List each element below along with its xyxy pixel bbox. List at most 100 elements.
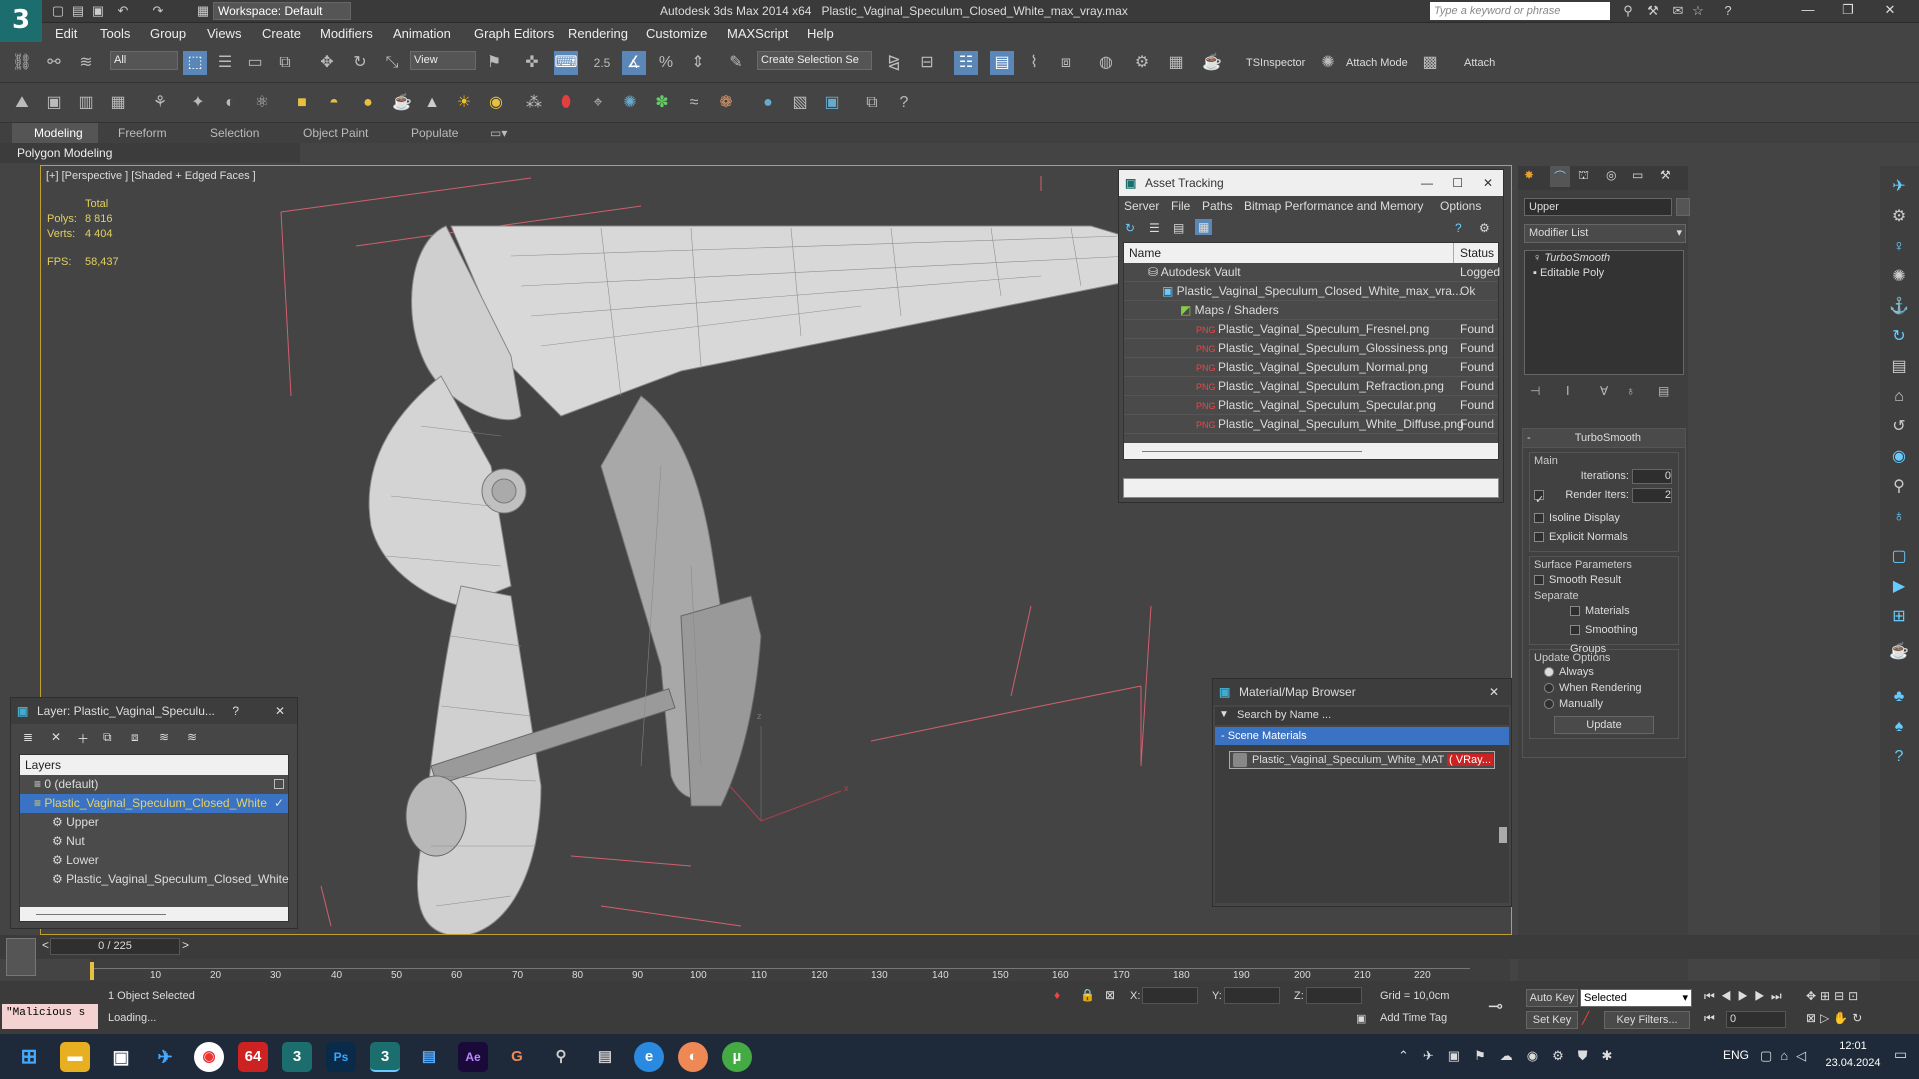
sun-light-icon[interactable]: ☀ (452, 91, 476, 115)
layer-scroll-thumb[interactable] (36, 914, 166, 915)
plant-icon[interactable]: ✽ (650, 91, 674, 115)
time-slider[interactable]: 0 / 225 (50, 938, 180, 955)
strip-tool-icon[interactable]: ✺ (1887, 265, 1911, 289)
asset-maximize-button[interactable]: ☐ (1452, 170, 1463, 196)
remove-modifier-icon[interactable]: ♁ (1626, 384, 1635, 398)
reference-coord-dropdown[interactable]: View (410, 51, 476, 70)
attach-label[interactable]: Attach (1464, 57, 1495, 69)
key-selected-dropdown[interactable]: Selected ▾ (1580, 989, 1692, 1007)
help-icon[interactable]: ? (1720, 3, 1736, 19)
hierarchy-tab-icon[interactable]: ⛫ (1578, 168, 1589, 184)
smoothing-groups-checkbox[interactable] (1570, 625, 1580, 636)
rect-selection-icon[interactable]: ▭ (243, 51, 267, 75)
asset-row[interactable]: ◩ Maps / Shaders (1124, 301, 1498, 320)
project-folder-icon[interactable]: ▦ (195, 3, 211, 19)
table-view-icon[interactable]: ▦ (1195, 219, 1213, 235)
asset-col-status[interactable]: Status (1460, 246, 1494, 260)
layer-help-button[interactable]: ? (232, 698, 239, 724)
schematic-view-icon[interactable]: ⧈ (1054, 51, 1078, 75)
layer-object[interactable]: ⚙ Lower (20, 851, 288, 870)
layer-list-header[interactable]: Layers (20, 755, 288, 775)
table-icon[interactable]: ▥ (74, 91, 98, 115)
material-titlebar[interactable]: ▣ Material/Map Browser ✕ (1213, 679, 1511, 705)
create-tab-icon[interactable]: ✸ (1524, 168, 1534, 182)
refresh-icon[interactable]: ↻ (1125, 221, 1135, 235)
display-tab-icon[interactable]: ▭ (1632, 168, 1643, 182)
curve-editor-icon[interactable]: ⌇ (1022, 51, 1046, 75)
strip-tool-icon[interactable]: ▢ (1887, 545, 1911, 569)
menu-modifiers[interactable]: Modifiers (320, 26, 373, 41)
menu-maxscript[interactable]: MAXScript (727, 26, 788, 41)
align-icon[interactable]: ⊟ (915, 51, 939, 75)
asset-help-icon[interactable]: ? (1455, 221, 1462, 235)
spinner-snap-icon[interactable]: ⇕ (686, 51, 710, 75)
add-time-tag[interactable]: Add Time Tag (1380, 1012, 1447, 1024)
language-indicator[interactable]: ENG (1723, 1048, 1749, 1062)
polygon-modeling-label[interactable]: Polygon Modeling (17, 146, 112, 160)
set-key-icon[interactable]: ╱ (1582, 1011, 1589, 1025)
smooth-result-row[interactable]: Smooth Result (1534, 571, 1674, 590)
modifier-list-dropdown[interactable]: Modifier List ▾ (1524, 224, 1686, 243)
stack-item-turbosmooth[interactable]: ♀ TurboSmooth (1525, 251, 1683, 266)
clock-date[interactable]: 23.04.2024 (1818, 1057, 1888, 1069)
y-coord-field[interactable] (1224, 987, 1280, 1004)
binoculars-icon[interactable]: ⚲ (1620, 3, 1636, 19)
viewport-nav-controls-bottom[interactable]: ⊠▷✋↻ (1806, 1011, 1866, 1025)
unlink-icon[interactable]: ⚯ (42, 51, 66, 75)
strip-tool-icon[interactable]: ⌂ (1887, 385, 1911, 409)
set-key-mode-icon[interactable]: ⊸ (1488, 996, 1503, 1017)
strip-tool-icon[interactable]: ⚙ (1887, 205, 1911, 229)
track-bar[interactable]: 10 20 30 40 50 60 70 80 90 100 110 120 1… (90, 959, 1510, 981)
windows-start-icon[interactable]: ⊞ (14, 1042, 44, 1072)
update-always-row[interactable]: Always (1534, 664, 1674, 680)
x-coord-field[interactable] (1142, 987, 1198, 1004)
teapot-icon[interactable]: ☕ (390, 91, 414, 115)
asset-tracking-titlebar[interactable]: ▣ Asset Tracking — ☐ ✕ (1119, 170, 1503, 196)
layer-object[interactable]: ⚙ Plastic_Vaginal_Speculum_Closed_White (20, 870, 289, 889)
save-icon[interactable]: ▣ (90, 3, 106, 19)
current-frame-marker[interactable] (90, 962, 94, 980)
asset-minimize-button[interactable]: — (1421, 170, 1433, 196)
select-link-icon[interactable]: ⛓ (10, 51, 34, 75)
layer-object[interactable]: ⚙ Upper (20, 813, 288, 832)
max-taskbar-icon[interactable]: 3 (282, 1042, 312, 1072)
asset-row[interactable]: ▣ Plastic_Vaginal_Speculum_Closed_White_… (1124, 282, 1498, 301)
lock-selection-icon[interactable]: 🔒 (1080, 988, 1095, 1002)
tab-modeling[interactable]: Modeling (34, 126, 83, 140)
materials-checkbox[interactable] (1570, 606, 1580, 617)
search-options-icon[interactable]: ▼ (1219, 709, 1229, 720)
cone-icon[interactable]: ▲ (420, 91, 444, 115)
layer-current-box[interactable] (274, 779, 284, 789)
asset-path-field[interactable] (1123, 478, 1499, 498)
material-item[interactable]: Plastic_Vaginal_Speculum_White_MAT ( VRa… (1229, 751, 1495, 769)
strip-tool-icon[interactable]: ▶ (1887, 575, 1911, 599)
render-icon[interactable]: ☕ (1200, 51, 1224, 75)
layer-item[interactable]: ≡ 0 (default) (20, 775, 288, 794)
current-frame-field[interactable]: 0 (1726, 1011, 1786, 1028)
update-rendering-radio[interactable] (1544, 683, 1554, 694)
asset-row[interactable]: PNG Plastic_Vaginal_Speculum_Refraction.… (1124, 377, 1498, 396)
camera-icon[interactable]: ⌖ (586, 91, 610, 115)
slider-prev-icon[interactable]: < (42, 938, 49, 952)
storage-icon[interactable]: ▤ (590, 1042, 620, 1072)
menu-customize[interactable]: Customize (646, 26, 707, 41)
asset-menu-options[interactable]: Options (1440, 199, 1481, 213)
materials-row[interactable]: Materials (1534, 602, 1674, 621)
mirror-icon[interactable]: ⧎ (882, 51, 906, 75)
ribbon-options-icon[interactable]: ▭▾ (490, 126, 507, 140)
strip-tool-icon[interactable]: ◉ (1887, 445, 1911, 469)
menu-rendering[interactable]: Rendering (568, 26, 628, 41)
notepad-icon[interactable]: ▤ (414, 1042, 444, 1072)
isoline-row[interactable]: Isoline Display (1534, 509, 1674, 528)
edit-named-sets-icon[interactable]: ✎ (724, 51, 748, 75)
maximize-button[interactable]: ❐ (1834, 2, 1862, 20)
list-view-icon[interactable]: ☰ (1149, 221, 1160, 235)
configure-sets-icon[interactable]: ▤ (1658, 384, 1669, 398)
spacewarp-icon[interactable]: ◐ (218, 91, 242, 115)
slider-next-icon[interactable]: > (182, 938, 189, 952)
tsinspector-label[interactable]: TSInspector (1246, 57, 1305, 69)
object-name-field[interactable]: Upper (1524, 198, 1672, 216)
auto-key-button[interactable]: Auto Key (1526, 989, 1578, 1007)
system-tray-icons[interactable]: ⌃✈▣⚑☁◉⚙⛊✱ (1398, 1048, 1626, 1064)
app-64-icon[interactable]: 64 (238, 1042, 268, 1072)
